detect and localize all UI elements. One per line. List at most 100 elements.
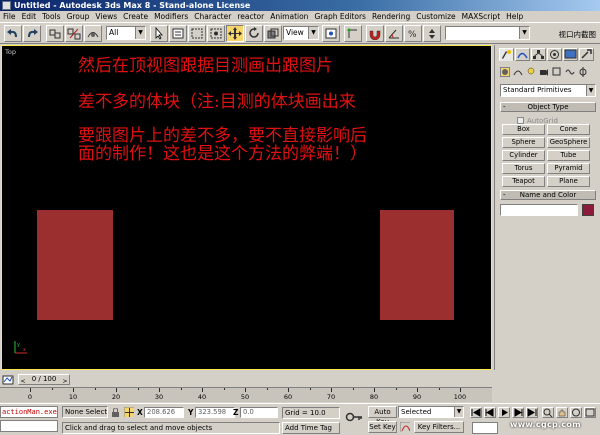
tab-hierarchy[interactable] bbox=[531, 48, 546, 61]
zoom-extents-button[interactable] bbox=[542, 407, 554, 418]
select-and-move-button[interactable] bbox=[226, 25, 244, 42]
current-frame-field[interactable] bbox=[472, 422, 498, 434]
geosphere-button[interactable]: GeoSphere bbox=[547, 137, 590, 148]
menu-file[interactable]: File bbox=[0, 12, 19, 21]
absolute-mode-transform-icon[interactable] bbox=[124, 407, 134, 417]
sphere-button[interactable]: Sphere bbox=[502, 137, 545, 148]
go-to-start-button[interactable] bbox=[470, 407, 482, 418]
arc-rotate-button[interactable] bbox=[570, 407, 582, 418]
menu-graph-editors[interactable]: Graph Editors bbox=[311, 12, 369, 21]
auto-key-button[interactable]: Auto Key bbox=[368, 406, 397, 426]
snaps-toggle-button[interactable] bbox=[366, 25, 384, 42]
pyramid-button[interactable]: Pyramid bbox=[547, 163, 590, 174]
menu-modifiers[interactable]: Modifiers bbox=[151, 12, 191, 21]
select-object-button[interactable] bbox=[150, 25, 168, 42]
maxscript-listener-output[interactable] bbox=[0, 420, 58, 432]
set-key-button[interactable]: Set Key bbox=[368, 421, 397, 433]
manipulate-icon bbox=[347, 28, 357, 38]
x-coordinate-field[interactable]: 208.626 bbox=[144, 407, 184, 418]
named-selection-sets-dropdown[interactable]: ▼ bbox=[445, 26, 530, 40]
teapot-button[interactable]: Teapot bbox=[502, 176, 545, 187]
menu-views[interactable]: Views bbox=[92, 12, 120, 21]
menu-animation[interactable]: Animation bbox=[267, 12, 311, 21]
select-and-manipulate-button[interactable] bbox=[344, 25, 362, 42]
menu-reactor[interactable]: reactor bbox=[234, 12, 267, 21]
cylinder-button[interactable]: Cylinder bbox=[502, 150, 545, 161]
menu-create[interactable]: Create bbox=[120, 12, 151, 21]
plane-button[interactable]: Plane bbox=[547, 176, 590, 187]
space-warps-icon[interactable] bbox=[565, 67, 575, 77]
lights-icon[interactable] bbox=[526, 67, 536, 77]
viewport-label[interactable]: Top bbox=[5, 48, 16, 56]
z-coordinate-field[interactable]: 0.0 bbox=[240, 407, 278, 418]
object-color-swatch[interactable] bbox=[582, 204, 594, 216]
menu-rendering[interactable]: Rendering bbox=[369, 12, 413, 21]
selection-filter-dropdown[interactable]: All ▼ bbox=[106, 26, 146, 40]
box-block-left[interactable] bbox=[37, 210, 113, 320]
go-to-end-icon bbox=[527, 408, 537, 417]
rect-selection-icon bbox=[191, 28, 203, 39]
menu-character[interactable]: Character bbox=[191, 12, 234, 21]
bind-space-warp-button[interactable] bbox=[84, 25, 102, 42]
window-crossing-button[interactable] bbox=[207, 25, 225, 42]
go-to-end-button[interactable] bbox=[526, 407, 538, 418]
menu-help[interactable]: Help bbox=[503, 12, 526, 21]
pan-button[interactable] bbox=[556, 407, 568, 418]
time-slider-thumb[interactable]: < 0 / 100 > bbox=[18, 374, 70, 385]
tube-button[interactable]: Tube bbox=[547, 150, 590, 161]
cameras-icon[interactable] bbox=[539, 67, 549, 77]
menu-edit[interactable]: Edit bbox=[19, 12, 40, 21]
menu-tools[interactable]: Tools bbox=[39, 12, 63, 21]
geometry-icon[interactable] bbox=[500, 67, 510, 77]
tab-utilities[interactable] bbox=[579, 48, 594, 61]
maxscript-listener-field[interactable]: actionMan.exe bbox=[0, 406, 58, 418]
add-time-tag-button[interactable]: Add Time Tag bbox=[282, 422, 340, 434]
default-in-out-tangent-icon[interactable] bbox=[400, 422, 410, 432]
reference-coordinate-dropdown[interactable]: View ▼ bbox=[283, 26, 319, 40]
selection-lock-icon[interactable] bbox=[111, 408, 121, 418]
tab-create[interactable] bbox=[499, 48, 514, 61]
previous-frame-button[interactable] bbox=[484, 407, 496, 418]
time-slider[interactable]: < 0 / 100 > bbox=[0, 373, 492, 387]
torus-button[interactable]: Torus bbox=[502, 163, 545, 174]
next-frame-button[interactable] bbox=[512, 407, 524, 418]
pivot-center-button[interactable] bbox=[322, 25, 340, 42]
rectangular-selection-button[interactable] bbox=[188, 25, 206, 42]
track-bar[interactable]: 0 10 20 30 40 50 60 70 80 90 100 bbox=[0, 387, 492, 402]
spinner-snap-button[interactable] bbox=[423, 25, 441, 42]
systems-icon[interactable] bbox=[578, 67, 588, 77]
tab-motion[interactable] bbox=[547, 48, 562, 61]
timeline-tick-label: 90 bbox=[412, 393, 422, 401]
tab-modify[interactable] bbox=[515, 48, 530, 61]
play-button[interactable] bbox=[498, 407, 510, 418]
percent-snap-button[interactable]: % bbox=[404, 25, 422, 42]
angle-snap-button[interactable] bbox=[385, 25, 403, 42]
set-key-icon[interactable] bbox=[345, 410, 363, 424]
shapes-icon[interactable] bbox=[513, 67, 523, 77]
box-block-right[interactable] bbox=[380, 210, 454, 320]
helpers-icon[interactable] bbox=[552, 67, 562, 77]
redo-button[interactable] bbox=[23, 25, 41, 42]
primitive-category-dropdown[interactable]: Standard Primitives ▼ bbox=[500, 84, 596, 97]
key-mode-dropdown[interactable]: Selected ▼ bbox=[398, 406, 464, 418]
tab-display[interactable] bbox=[563, 48, 578, 61]
object-type-rollout-header[interactable]: - Object Type bbox=[500, 102, 596, 112]
name-and-color-rollout-header[interactable]: - Name and Color bbox=[500, 190, 596, 200]
box-button[interactable]: Box bbox=[502, 124, 545, 135]
object-name-field[interactable] bbox=[500, 204, 578, 216]
top-viewport[interactable]: Top 然后在顶视图跟据目测画出跟图片 差不多的体块（注:目测的体块画出来 要跟… bbox=[1, 45, 492, 370]
select-and-link-button[interactable] bbox=[46, 25, 64, 42]
cone-button[interactable]: Cone bbox=[547, 124, 590, 135]
menu-maxscript[interactable]: MAXScript bbox=[459, 12, 504, 21]
select-and-rotate-button[interactable] bbox=[245, 25, 263, 42]
menu-group[interactable]: Group bbox=[64, 12, 93, 21]
undo-button[interactable] bbox=[4, 25, 22, 42]
key-filters-button[interactable]: Key Filters... bbox=[414, 421, 464, 433]
menu-customize[interactable]: Customize bbox=[413, 12, 458, 21]
select-and-scale-button[interactable] bbox=[264, 25, 282, 42]
select-by-name-button[interactable] bbox=[169, 25, 187, 42]
maximize-viewport-button[interactable] bbox=[584, 407, 596, 418]
pivot-center-icon bbox=[325, 28, 337, 39]
y-coordinate-field[interactable]: 323.598 bbox=[195, 407, 235, 418]
unlink-button[interactable] bbox=[65, 25, 83, 42]
